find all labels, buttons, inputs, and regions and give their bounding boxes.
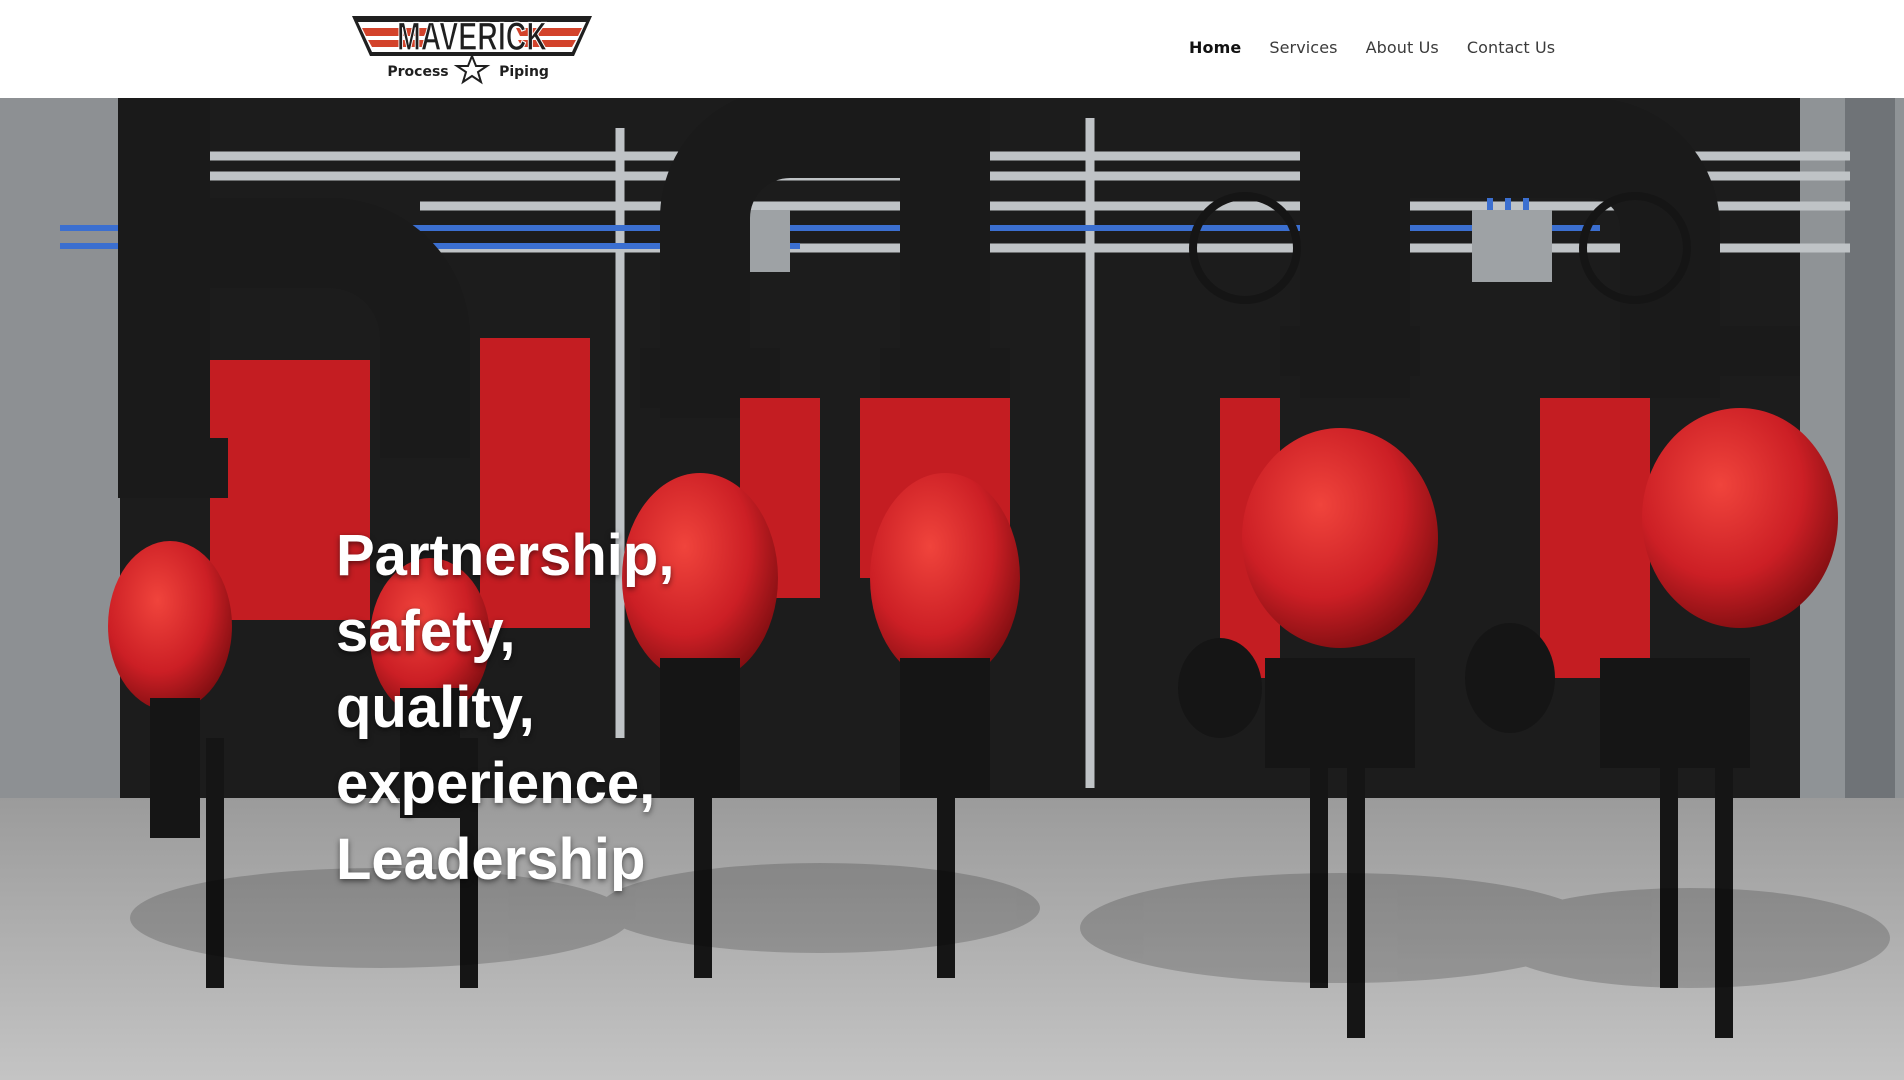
nav-contact-us-link[interactable]: Contact Us [1467,38,1555,57]
hero-headline: Partnership, safety, quality, experience… [336,518,856,898]
nav-services-link[interactable]: Services [1269,38,1337,57]
headline-line: safety, [336,599,516,664]
headline-line: Leadership [336,827,646,892]
nav-home-link[interactable]: Home [1189,38,1241,57]
maverick-logo[interactable]: MAVERICK Process Piping [352,10,592,86]
logo-tagline-process: Process [387,64,448,80]
site-header: MAVERICK Process Piping Home Services Ab… [0,0,1904,98]
headline-line: quality, [336,675,535,740]
nav-about-us-link[interactable]: About Us [1366,38,1439,57]
logo-wordmark: MAVERICK [397,15,547,59]
pump-room-photo [0,98,1904,1080]
headline-line: experience, [336,751,656,816]
main-navigation: Home Services About Us Contact Us [1189,38,1555,57]
hero-banner: Partnership, safety, quality, experience… [0,98,1904,1080]
headline-line: Partnership, [336,523,675,588]
logo-tagline-piping: Piping [499,64,549,80]
